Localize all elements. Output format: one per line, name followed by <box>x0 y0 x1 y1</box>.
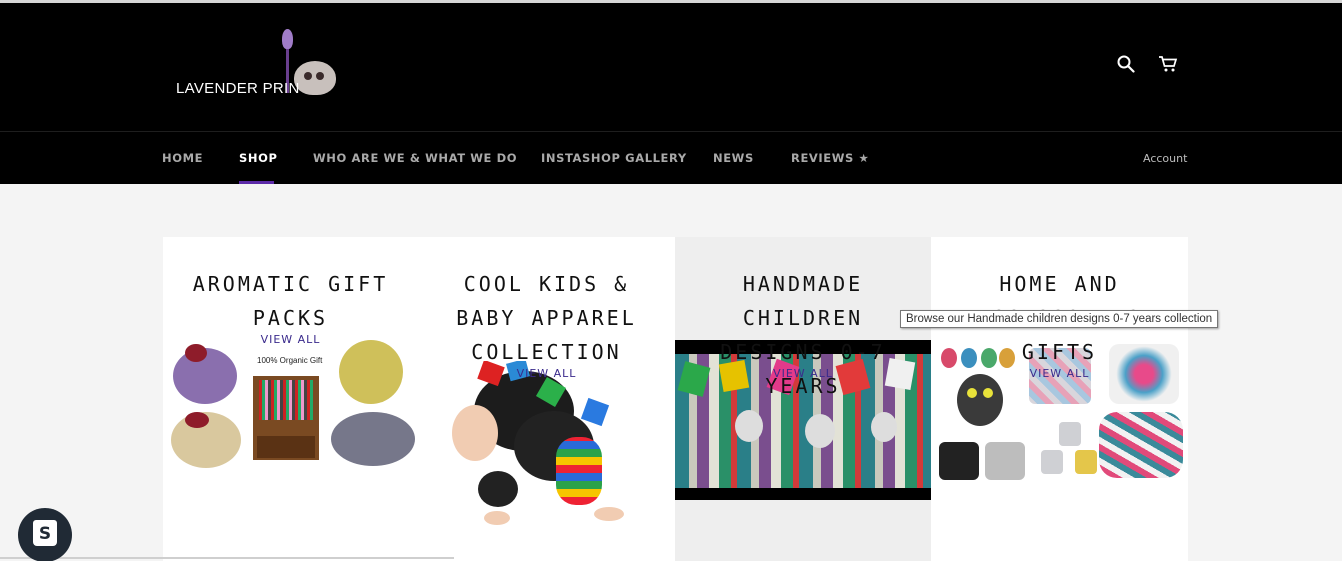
view-all-link[interactable]: VIEW ALL <box>163 333 418 346</box>
nav-reviews[interactable]: REVIEWS ★ <box>791 151 869 165</box>
main-nav: HOME SHOP WHO ARE WE & WHAT WE DO INSTAS… <box>0 131 1342 184</box>
account-link[interactable]: Account <box>1143 152 1187 165</box>
collection-image <box>444 361 644 539</box>
collection-tile-home[interactable]: HOME AND ACCESSORIES GIFTS VIEW ALL <box>931 237 1188 561</box>
cart-icon[interactable] <box>1157 55 1179 77</box>
shopify-chat-button[interactable]: S <box>18 508 72 561</box>
skull-icon <box>294 61 336 95</box>
collection-image: 100% Organic Gift <box>163 340 418 470</box>
skull-eye <box>316 72 324 80</box>
nav-shop[interactable]: SHOP <box>239 151 278 165</box>
nav-news[interactable]: NEWS <box>713 151 754 165</box>
logo-text: LAVENDER PRIN <box>176 80 300 97</box>
nav-instashop-gallery[interactable]: INSTASHOP GALLERY <box>541 151 687 165</box>
site-header: LAVENDER PRIN <box>0 3 1342 131</box>
collection-tile-handmade[interactable]: HANDMADE CHILDREN DESIGNS 0-7 YEARS VIEW… <box>675 237 931 561</box>
nav-home[interactable]: HOME <box>162 151 203 165</box>
collection-tooltip: Browse our Handmade children designs 0-7… <box>900 310 1219 328</box>
lavender-flower <box>282 29 293 49</box>
image-caption: 100% Organic Gift <box>257 356 323 365</box>
view-all-link[interactable]: VIEW ALL <box>418 367 675 380</box>
nav-active-indicator <box>239 181 274 184</box>
collection-tile-aromatic[interactable]: AROMATIC GIFT PACKS VIEW ALL 100% Organi… <box>163 237 418 561</box>
site-logo[interactable]: LAVENDER PRIN <box>168 25 338 109</box>
bottom-divider <box>0 557 454 559</box>
view-all-link[interactable]: VIEW ALL <box>931 367 1188 380</box>
collection-title: HANDMADE CHILDREN DESIGNS 0-7 YEARS <box>720 272 886 398</box>
shopify-bag-icon: S <box>33 520 57 546</box>
skull-eye <box>304 72 312 80</box>
nav-who-are-we[interactable]: WHO ARE WE & WHAT WE DO <box>313 151 517 165</box>
collection-title: COOL KIDS & BABY APPAREL COLLECTION <box>456 272 637 364</box>
collection-tile-cool-kids[interactable]: COOL KIDS & BABY APPAREL COLLECTION VIEW… <box>418 237 675 561</box>
view-all-link[interactable]: VIEW ALL <box>675 367 931 380</box>
collection-title: AROMATIC GIFT PACKS <box>192 272 389 330</box>
search-icon[interactable] <box>1115 55 1137 77</box>
